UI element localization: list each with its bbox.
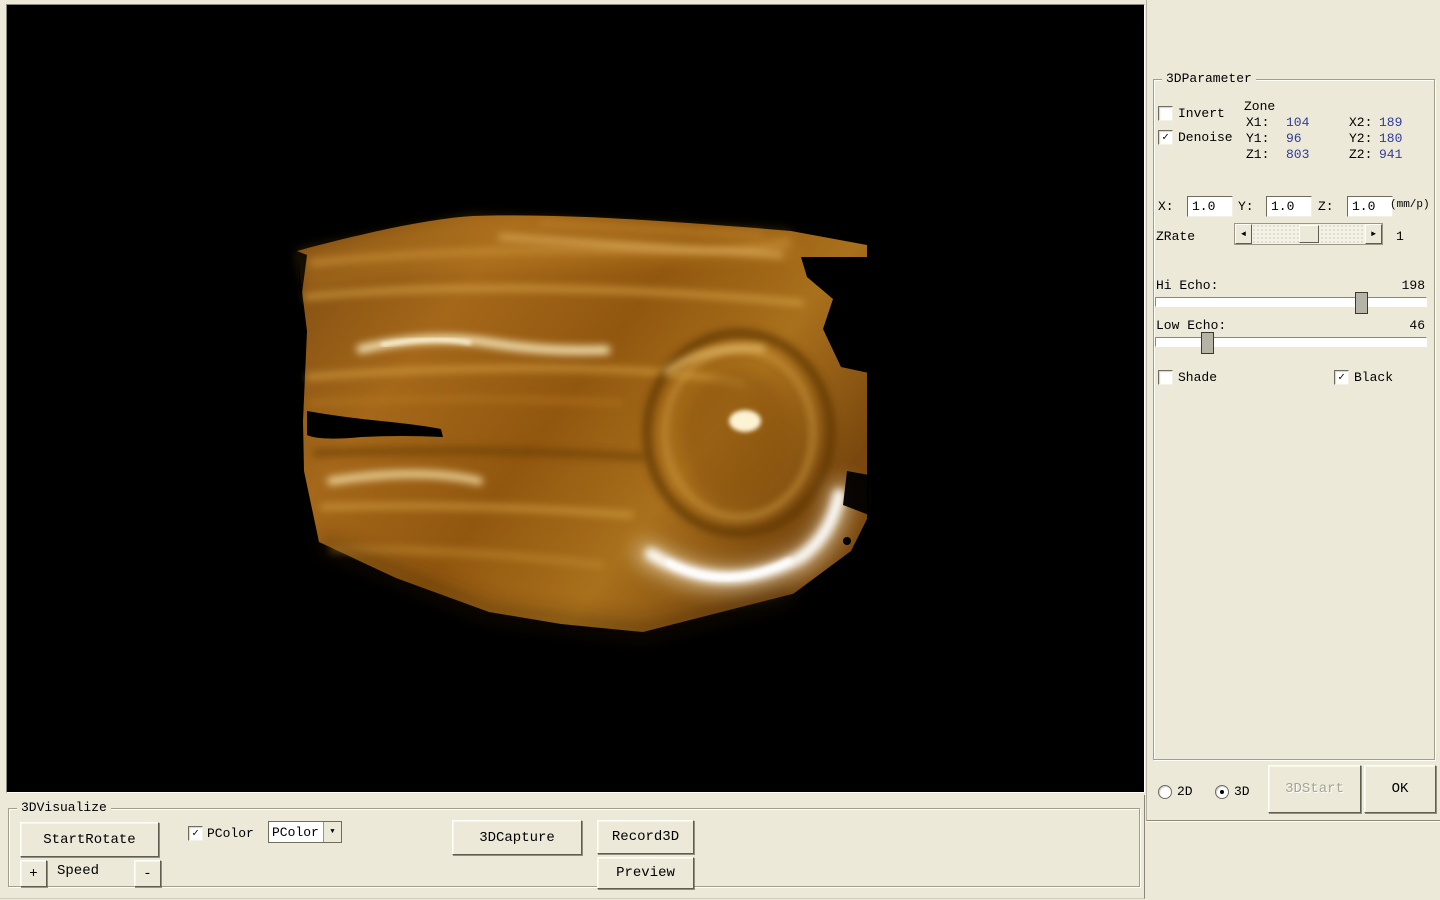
hi-echo-value: 198: [1379, 278, 1425, 293]
zone-z1-value: 803: [1286, 147, 1309, 162]
denoise-checkbox[interactable]: [1158, 130, 1173, 145]
low-echo-slider-thumb[interactable]: [1201, 332, 1214, 354]
scale-unit-label: (mm/p): [1390, 198, 1430, 213]
hi-echo-slider[interactable]: [1155, 292, 1425, 312]
black-label: Black: [1354, 370, 1393, 385]
y-scale-label: Y:: [1238, 199, 1254, 214]
invert-checkbox[interactable]: [1158, 106, 1173, 121]
group-3dparameter-title: 3DParameter: [1162, 71, 1256, 86]
y-scale-input[interactable]: 1.0: [1266, 196, 1312, 217]
black-checkbox[interactable]: [1334, 370, 1349, 385]
zrate-label: ZRate: [1156, 229, 1195, 244]
zone-y2-label: Y2:: [1349, 131, 1372, 146]
zone-x2-label: X2:: [1349, 115, 1372, 130]
record-3d-button[interactable]: Record3D: [597, 820, 694, 854]
denoise-label: Denoise: [1178, 130, 1233, 145]
speed-minus-button[interactable]: -: [134, 860, 161, 887]
pcolor-dropdown-value: PColor: [269, 822, 323, 842]
zone-title: Zone: [1244, 99, 1275, 114]
low-echo-slider-track[interactable]: [1155, 337, 1427, 347]
render-viewport[interactable]: [6, 4, 1145, 793]
start-rotate-button[interactable]: StartRotate: [20, 822, 159, 857]
pcolor-dropdown[interactable]: PColor ▼: [268, 821, 342, 843]
shade-checkbox[interactable]: [1158, 370, 1173, 385]
pcolor-label: PColor: [207, 826, 254, 841]
capture-3d-button[interactable]: 3DCapture: [452, 820, 582, 855]
pcolor-checkbox[interactable]: [188, 826, 203, 841]
zrate-scroll-right-arrow-icon[interactable]: ►: [1365, 224, 1382, 244]
shade-label: Shade: [1178, 370, 1217, 385]
x-scale-input[interactable]: 1.0: [1187, 196, 1233, 217]
zrate-scroll-left-arrow-icon[interactable]: ◄: [1235, 224, 1252, 244]
zone-x2-value: 189: [1379, 115, 1402, 130]
parameter-panel: 3DParameter Invert Denoise Zone X1: 104 …: [1146, 0, 1440, 821]
zone-y1-label: Y1:: [1246, 131, 1269, 146]
low-echo-value: 46: [1379, 318, 1425, 333]
mode-2d-radio[interactable]: [1158, 785, 1172, 799]
pcolor-dropdown-arrow-icon[interactable]: ▼: [323, 822, 341, 842]
zone-z2-value: 941: [1379, 147, 1402, 162]
zrate-scroll-thumb[interactable]: [1299, 225, 1319, 243]
mode-3d-label: 3D: [1234, 784, 1250, 799]
hi-echo-label: Hi Echo:: [1156, 278, 1218, 293]
hi-echo-slider-thumb[interactable]: [1355, 292, 1368, 314]
mode-2d-label: 2D: [1177, 784, 1193, 799]
hi-echo-slider-track[interactable]: [1155, 297, 1427, 307]
ok-button[interactable]: OK: [1364, 765, 1436, 813]
start-3d-button[interactable]: 3DStart: [1268, 765, 1361, 813]
low-echo-label: Low Echo:: [1156, 318, 1226, 333]
zone-z2-label: Z2:: [1349, 147, 1372, 162]
low-echo-slider[interactable]: [1155, 332, 1425, 352]
preview-button[interactable]: Preview: [597, 857, 694, 889]
z-scale-label: Z:: [1318, 199, 1334, 214]
mode-3d-radio[interactable]: [1215, 785, 1229, 799]
zone-x1-label: X1:: [1246, 115, 1269, 130]
zone-x1-value: 104: [1286, 115, 1309, 130]
x-scale-label: X:: [1158, 199, 1174, 214]
zone-y2-value: 180: [1379, 131, 1402, 146]
zrate-value: 1: [1396, 229, 1404, 244]
speed-plus-button[interactable]: +: [20, 860, 47, 887]
invert-label: Invert: [1178, 106, 1225, 121]
volume-render-3d: [7, 5, 1144, 792]
z-scale-input[interactable]: 1.0: [1347, 196, 1393, 217]
speed-label: Speed: [57, 864, 99, 879]
group-3dvisualize-title: 3DVisualize: [17, 800, 111, 815]
zone-y1-value: 96: [1286, 131, 1302, 146]
group-3dparameter: 3DParameter: [1153, 79, 1435, 760]
zrate-scrollbar[interactable]: ◄ ►: [1234, 223, 1383, 245]
zone-z1-label: Z1:: [1246, 147, 1269, 162]
visualize-panel: 3DVisualize StartRotate PColor PColor ▼ …: [0, 795, 1145, 899]
